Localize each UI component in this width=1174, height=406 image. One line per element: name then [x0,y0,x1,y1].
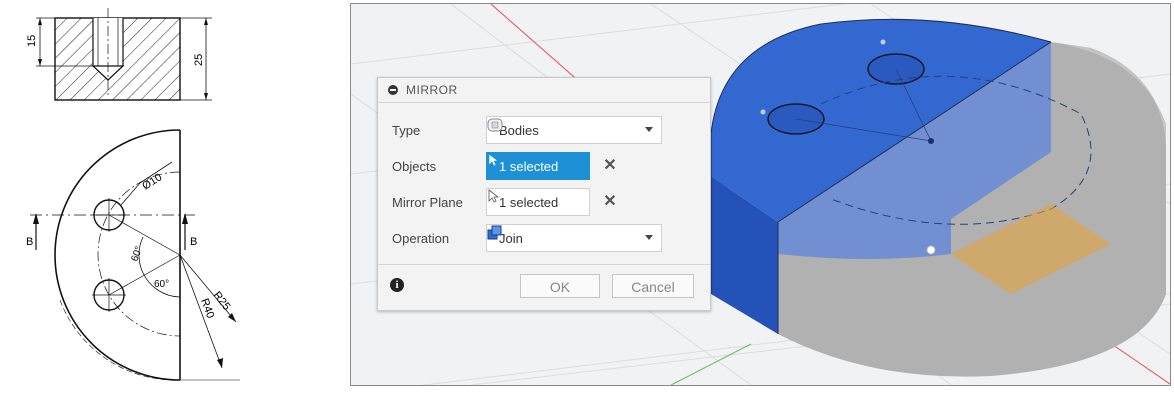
objects-label: Objects [392,158,437,174]
info-icon[interactable]: i [390,278,404,292]
objects-selection[interactable]: 1 selected [486,152,590,180]
chevron-down-icon [645,127,653,132]
plane-origin-point [926,245,936,255]
cancel-button[interactable]: Cancel [612,274,694,298]
operation-dropdown[interactable]: Join [486,224,662,252]
mirror-plane-row: Mirror Plane 1 selected ✕ [378,184,710,220]
clear-objects-icon[interactable]: ✕ [600,156,620,176]
chevron-down-icon [645,235,653,240]
ok-button[interactable]: OK [520,274,600,298]
type-value: Bodies [499,122,539,138]
dim-15-label: 15 [26,35,38,47]
objects-row: Objects 1 selected ✕ [378,148,710,184]
operation-row: Operation Join [378,220,710,256]
angle-label-lower: 60° [154,279,169,290]
collapse-icon[interactable] [388,85,398,95]
mirror-plane-value: 1 selected [499,194,559,210]
objects-value: 1 selected [499,158,559,174]
dialog-divider [378,264,710,265]
dialog-header[interactable]: MIRROR [378,78,710,103]
section-label-left: B [26,236,33,248]
mirror-plane-selection[interactable]: 1 selected [486,188,590,216]
cad-viewport[interactable]: MIRROR Type Bodies Objects 1 selected ✕ [350,3,1171,386]
angle-label-upper: 60° [129,245,145,263]
type-label: Type [392,122,421,138]
technical-drawing: 15 25 Ø10 60° 60° R25 R40 B B [26,8,240,381]
section-label-right: B [190,236,197,248]
mirror-dialog: MIRROR Type Bodies Objects 1 selected ✕ [377,77,711,311]
mirror-plane-label: Mirror Plane [392,194,463,210]
type-dropdown[interactable]: Bodies [486,116,662,144]
dim-25-label: 25 [193,54,205,66]
type-row: Type Bodies [378,112,710,148]
operation-label: Operation [392,230,450,246]
dialog-title: MIRROR [406,83,458,97]
section-view [36,8,212,101]
clear-mirror-plane-icon[interactable]: ✕ [600,192,620,212]
